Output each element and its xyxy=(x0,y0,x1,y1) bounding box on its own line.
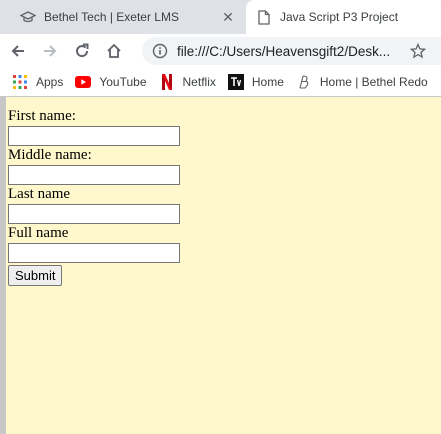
bookmark-label: YouTube xyxy=(99,75,147,89)
full-name-input[interactable] xyxy=(8,243,180,263)
first-name-input[interactable] xyxy=(8,126,180,146)
reload-button[interactable] xyxy=(68,37,96,65)
middle-name-input[interactable] xyxy=(8,165,180,185)
home-icon xyxy=(107,43,121,58)
browser-window: Bethel Tech | Exeter LMS ✕ Java Script P… xyxy=(0,0,441,434)
bethel-icon xyxy=(296,74,312,90)
netflix-icon xyxy=(159,74,175,90)
graduation-cap-icon xyxy=(20,9,36,25)
apps-grid-icon xyxy=(12,74,28,90)
submit-button[interactable]: Submit xyxy=(8,265,63,286)
bookmarks-bar: Apps YouTube Netflix Home Home | Bethel … xyxy=(0,68,441,97)
last-name-label: Last name xyxy=(8,186,71,202)
full-name-group: Full name xyxy=(8,224,180,263)
reload-icon xyxy=(76,43,89,58)
tab-title: Bethel Tech | Exeter LMS xyxy=(44,10,179,24)
forward-arrow-icon xyxy=(44,45,57,57)
bookmark-bethel[interactable]: Home | Bethel Redo xyxy=(296,74,428,90)
middle-name-label: Middle name: xyxy=(8,147,92,163)
last-name-group: Last name xyxy=(8,185,180,224)
tab-java-script-project[interactable]: Java Script P3 Project xyxy=(246,0,441,34)
tab-bethel-tech[interactable]: Bethel Tech | Exeter LMS ✕ xyxy=(0,0,246,34)
bookmark-label: Home xyxy=(251,75,284,89)
first-name-label: First name: xyxy=(8,108,76,124)
bookmark-label: Home | Bethel Redo xyxy=(319,75,428,89)
page-content: First name: Middle name: Last name Full … xyxy=(0,97,441,434)
bookmark-home[interactable]: Home xyxy=(227,74,284,90)
info-icon[interactable] xyxy=(152,43,168,59)
bookmark-label: Apps xyxy=(36,75,64,89)
bookmark-youtube[interactable]: YouTube xyxy=(75,74,147,90)
url-text: file:///C:/Users/Heavensgift2/Desk... xyxy=(177,43,391,59)
last-name-input[interactable] xyxy=(8,204,180,224)
tv-icon xyxy=(227,74,244,90)
tab-title: Java Script P3 Project xyxy=(280,10,399,24)
tab-strip: Bethel Tech | Exeter LMS ✕ Java Script P… xyxy=(0,0,441,34)
back-arrow-icon xyxy=(11,45,24,57)
bookmark-star-icon[interactable] xyxy=(409,43,427,59)
address-bar[interactable]: file:///C:/Users/Heavensgift2/Desk... xyxy=(142,37,441,65)
name-form: First name: Middle name: Last name Full … xyxy=(8,107,180,286)
document-icon xyxy=(256,9,272,25)
browser-toolbar: file:///C:/Users/Heavensgift2/Desk... xyxy=(0,34,441,68)
bookmark-label: Netflix xyxy=(182,75,216,89)
forward-button[interactable] xyxy=(36,37,64,65)
youtube-icon xyxy=(75,74,92,90)
close-tab-icon[interactable]: ✕ xyxy=(220,9,236,25)
back-button[interactable] xyxy=(4,37,32,65)
bookmark-netflix[interactable]: Netflix xyxy=(159,74,216,90)
first-name-group: First name: xyxy=(8,107,180,146)
full-name-label: Full name xyxy=(8,225,69,241)
middle-name-group: Middle name: xyxy=(8,146,180,185)
home-button[interactable] xyxy=(100,37,128,65)
bookmark-apps[interactable]: Apps xyxy=(12,74,63,90)
